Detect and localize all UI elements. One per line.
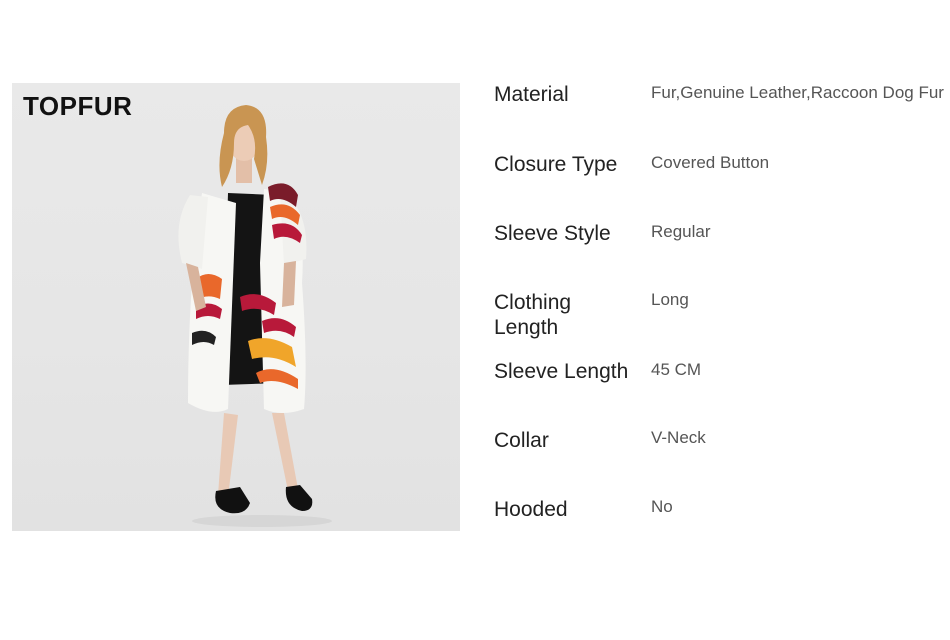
spec-label: Material	[494, 83, 569, 106]
spec-label: Closure Type	[494, 153, 618, 176]
spec-value: Regular	[651, 222, 711, 241]
spec-label: Sleeve Length	[494, 360, 629, 383]
spec-value: Fur,Genuine Leather,Raccoon Dog Fur	[651, 83, 944, 102]
spec-value: No	[651, 497, 673, 516]
spec-label: Sleeve Style	[494, 222, 611, 245]
spec-label: Hooded	[494, 498, 568, 521]
spec-value: 45 CM	[651, 360, 702, 379]
product-photo: TOPFUR	[12, 83, 460, 531]
spec-label: Clothing Length	[494, 291, 572, 339]
spec-value: Covered Button	[651, 153, 770, 172]
model-figure	[178, 105, 332, 527]
spec-value: Long	[651, 290, 689, 309]
spec-value: V-Neck	[651, 428, 706, 447]
spec-label: Collar	[494, 429, 549, 452]
brand-logo: TOPFUR	[23, 91, 133, 121]
